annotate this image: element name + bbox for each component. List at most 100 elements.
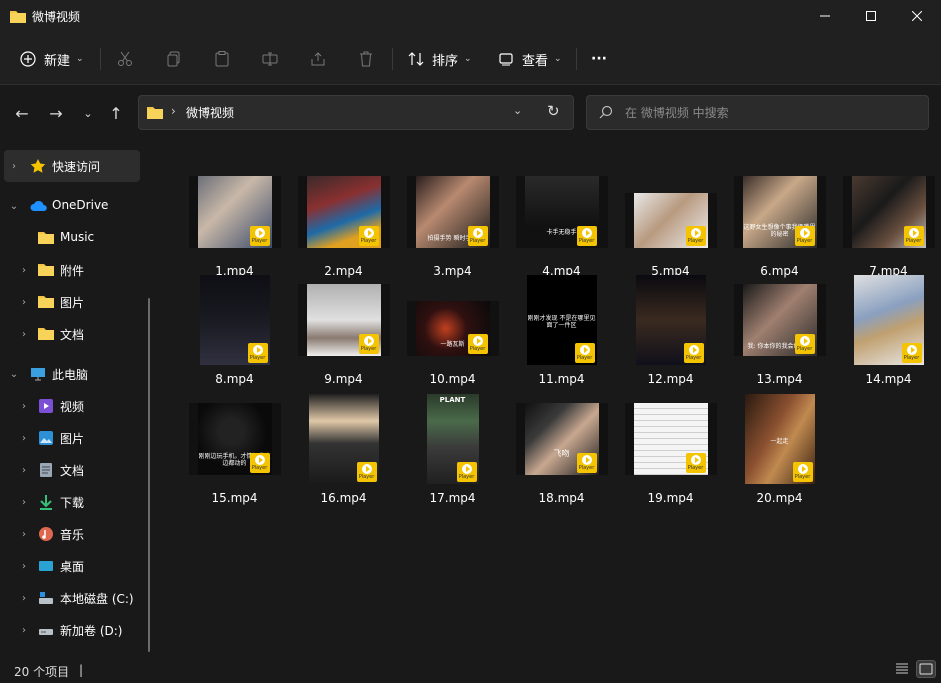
file-item[interactable]: 卡手无稳手 Player 4.mp4 <box>507 162 616 281</box>
video-thumbnail: Player <box>188 176 281 248</box>
delete-button[interactable] <box>358 46 374 72</box>
chevron-right-icon[interactable]: › <box>18 529 30 540</box>
file-item[interactable]: 飞吻 Player 18.mp4 <box>507 389 616 508</box>
file-item[interactable]: Player 7.mp4 <box>834 162 941 281</box>
close-button[interactable] <box>894 0 940 32</box>
arrow-up-icon: ↑ <box>109 103 123 123</box>
sidebar-item-music[interactable]: › 音乐 <box>4 518 140 550</box>
sidebar-item-desktop[interactable]: › 桌面 <box>4 550 140 582</box>
drive-icon <box>38 622 54 638</box>
drive-icon <box>38 590 54 606</box>
file-item[interactable]: 一路瓦斯 Player 10.mp4 <box>398 270 507 389</box>
more-options-button[interactable]: ··· <box>591 46 607 72</box>
address-dropdown-icon[interactable]: ⌄ <box>513 104 522 117</box>
file-item[interactable]: Player 8.mp4 <box>180 270 289 389</box>
sort-button[interactable]: 排序 ⌄ <box>408 46 472 72</box>
player-badge: Player <box>358 226 379 246</box>
folder-icon <box>38 262 54 278</box>
sidebar-item-drive-d[interactable]: › 新加卷 (D:) <box>4 614 140 646</box>
file-item[interactable]: Player 9.mp4 <box>289 270 398 389</box>
copy-button[interactable] <box>166 46 182 72</box>
chevron-right-icon[interactable]: › <box>8 161 20 172</box>
sidebar-item-label: 文档 <box>60 464 85 478</box>
back-button[interactable]: ← <box>10 101 34 125</box>
chevron-down-icon[interactable]: ⌄ <box>8 369 20 380</box>
divider <box>576 48 577 70</box>
chevron-right-icon[interactable]: › <box>18 329 30 340</box>
chevron-right-icon[interactable]: › <box>18 497 30 508</box>
sidebar-item-label: 图片 <box>60 296 85 310</box>
chevron-down-icon[interactable]: ⌄ <box>8 201 20 212</box>
play-icon <box>579 345 590 355</box>
chevron-right-icon[interactable]: › <box>18 297 30 308</box>
play-icon <box>688 345 699 355</box>
video-thumbnail: Player <box>842 176 935 248</box>
file-item[interactable]: Player 5.mp4 <box>616 162 725 281</box>
file-item[interactable]: Player 16.mp4 <box>289 389 398 508</box>
sidebar-item-attachments[interactable]: › 附件 <box>4 254 140 286</box>
video-thumbnail: Player <box>308 394 379 484</box>
sidebar-item-onedrive-pictures[interactable]: › 图片 <box>4 286 140 318</box>
sidebar-item-videos[interactable]: › 视频 <box>4 390 140 422</box>
cut-button[interactable] <box>117 46 133 72</box>
star-icon <box>30 158 46 174</box>
address-bar[interactable]: › 微博视频 ⌄ ↻ <box>138 95 574 130</box>
chevron-right-icon[interactable]: › <box>18 593 30 604</box>
sidebar-scrollbar[interactable] <box>148 298 150 652</box>
sidebar-item-documents[interactable]: › 文档 <box>4 454 140 486</box>
file-item[interactable]: PLANT Player 17.mp4 <box>398 389 507 508</box>
file-item[interactable]: 我: 你本你的我会帮忙的 Player 13.mp4 <box>725 270 834 389</box>
sidebar-item-this-pc[interactable]: ⌄ 此电脑 <box>4 358 140 390</box>
file-item[interactable]: 刚刚才发现 不是在哪里见面了一件区 Player 11.mp4 <box>507 270 616 389</box>
maximize-button[interactable] <box>848 0 894 32</box>
file-item[interactable]: Player 12.mp4 <box>616 270 725 389</box>
minimize-button[interactable] <box>802 0 848 32</box>
folder-icon <box>38 230 54 246</box>
chevron-right-icon[interactable]: › <box>18 561 30 572</box>
thumbnail-view-button[interactable] <box>916 660 936 678</box>
paste-button[interactable] <box>214 46 230 72</box>
details-view-button[interactable] <box>892 660 912 678</box>
search-box[interactable] <box>586 95 929 130</box>
play-icon <box>799 336 810 346</box>
close-icon <box>912 11 922 21</box>
file-item[interactable]: Player 2.mp4 <box>289 162 398 281</box>
sidebar-item-onedrive-documents[interactable]: › 文档 <box>4 318 140 350</box>
view-button[interactable]: 查看 ⌄ <box>498 46 562 72</box>
file-item[interactable]: Player 14.mp4 <box>834 270 941 389</box>
chevron-right-icon[interactable]: › <box>18 401 30 412</box>
trash-icon <box>360 51 372 67</box>
forward-button[interactable]: → <box>44 101 68 125</box>
file-name: 19.mp4 <box>647 491 694 505</box>
up-button[interactable]: ↑ <box>104 101 128 125</box>
recent-locations-button[interactable]: ⌄ <box>76 101 100 125</box>
refresh-icon[interactable]: ↻ <box>547 102 560 120</box>
file-item[interactable]: Player 1.mp4 <box>180 162 289 281</box>
breadcrumb-current[interactable]: 微博视频 <box>186 104 234 121</box>
chevron-right-icon[interactable]: › <box>18 265 30 276</box>
file-item[interactable]: 一起走 Player 20.mp4 <box>725 389 834 508</box>
chevron-right-icon[interactable]: › <box>18 465 30 476</box>
file-item[interactable]: 这野女生想像个事我俩嘴里的秘密 Player 6.mp4 <box>725 162 834 281</box>
chevron-right-icon[interactable]: › <box>18 625 30 636</box>
sidebar-item-pictures[interactable]: › 图片 <box>4 422 140 454</box>
sidebar-item-drive-c[interactable]: › 本地磁盘 (C:) <box>4 582 140 614</box>
play-icon <box>581 228 592 238</box>
sidebar-item-downloads[interactable]: › 下载 <box>4 486 140 518</box>
new-button[interactable]: 新建 ⌄ <box>20 46 84 72</box>
sidebar-item-label: 此电脑 <box>52 368 89 382</box>
file-item[interactable]: 刚刚边玩手机，才情间我这边都动的 Player 15.mp4 <box>180 389 289 508</box>
sidebar-item-quick-access[interactable]: › 快速访问 <box>4 150 140 182</box>
rename-button[interactable] <box>262 46 278 72</box>
sidebar-item-music-folder[interactable]: Music <box>4 222 140 254</box>
sidebar-item-onedrive[interactable]: ⌄ OneDrive <box>4 190 140 222</box>
file-item[interactable]: Player 19.mp4 <box>616 389 725 508</box>
play-icon <box>799 228 810 238</box>
video-thumbnail: Player <box>624 403 717 475</box>
share-button[interactable] <box>310 46 326 72</box>
file-item[interactable]: 拍摄手势 瞬时手法 Player 3.mp4 <box>398 162 507 281</box>
search-input[interactable] <box>625 103 915 123</box>
chevron-right-icon[interactable]: › <box>18 433 30 444</box>
chevron-down-icon: ⌄ <box>554 54 562 64</box>
video-thumbnail: Player <box>635 275 706 365</box>
